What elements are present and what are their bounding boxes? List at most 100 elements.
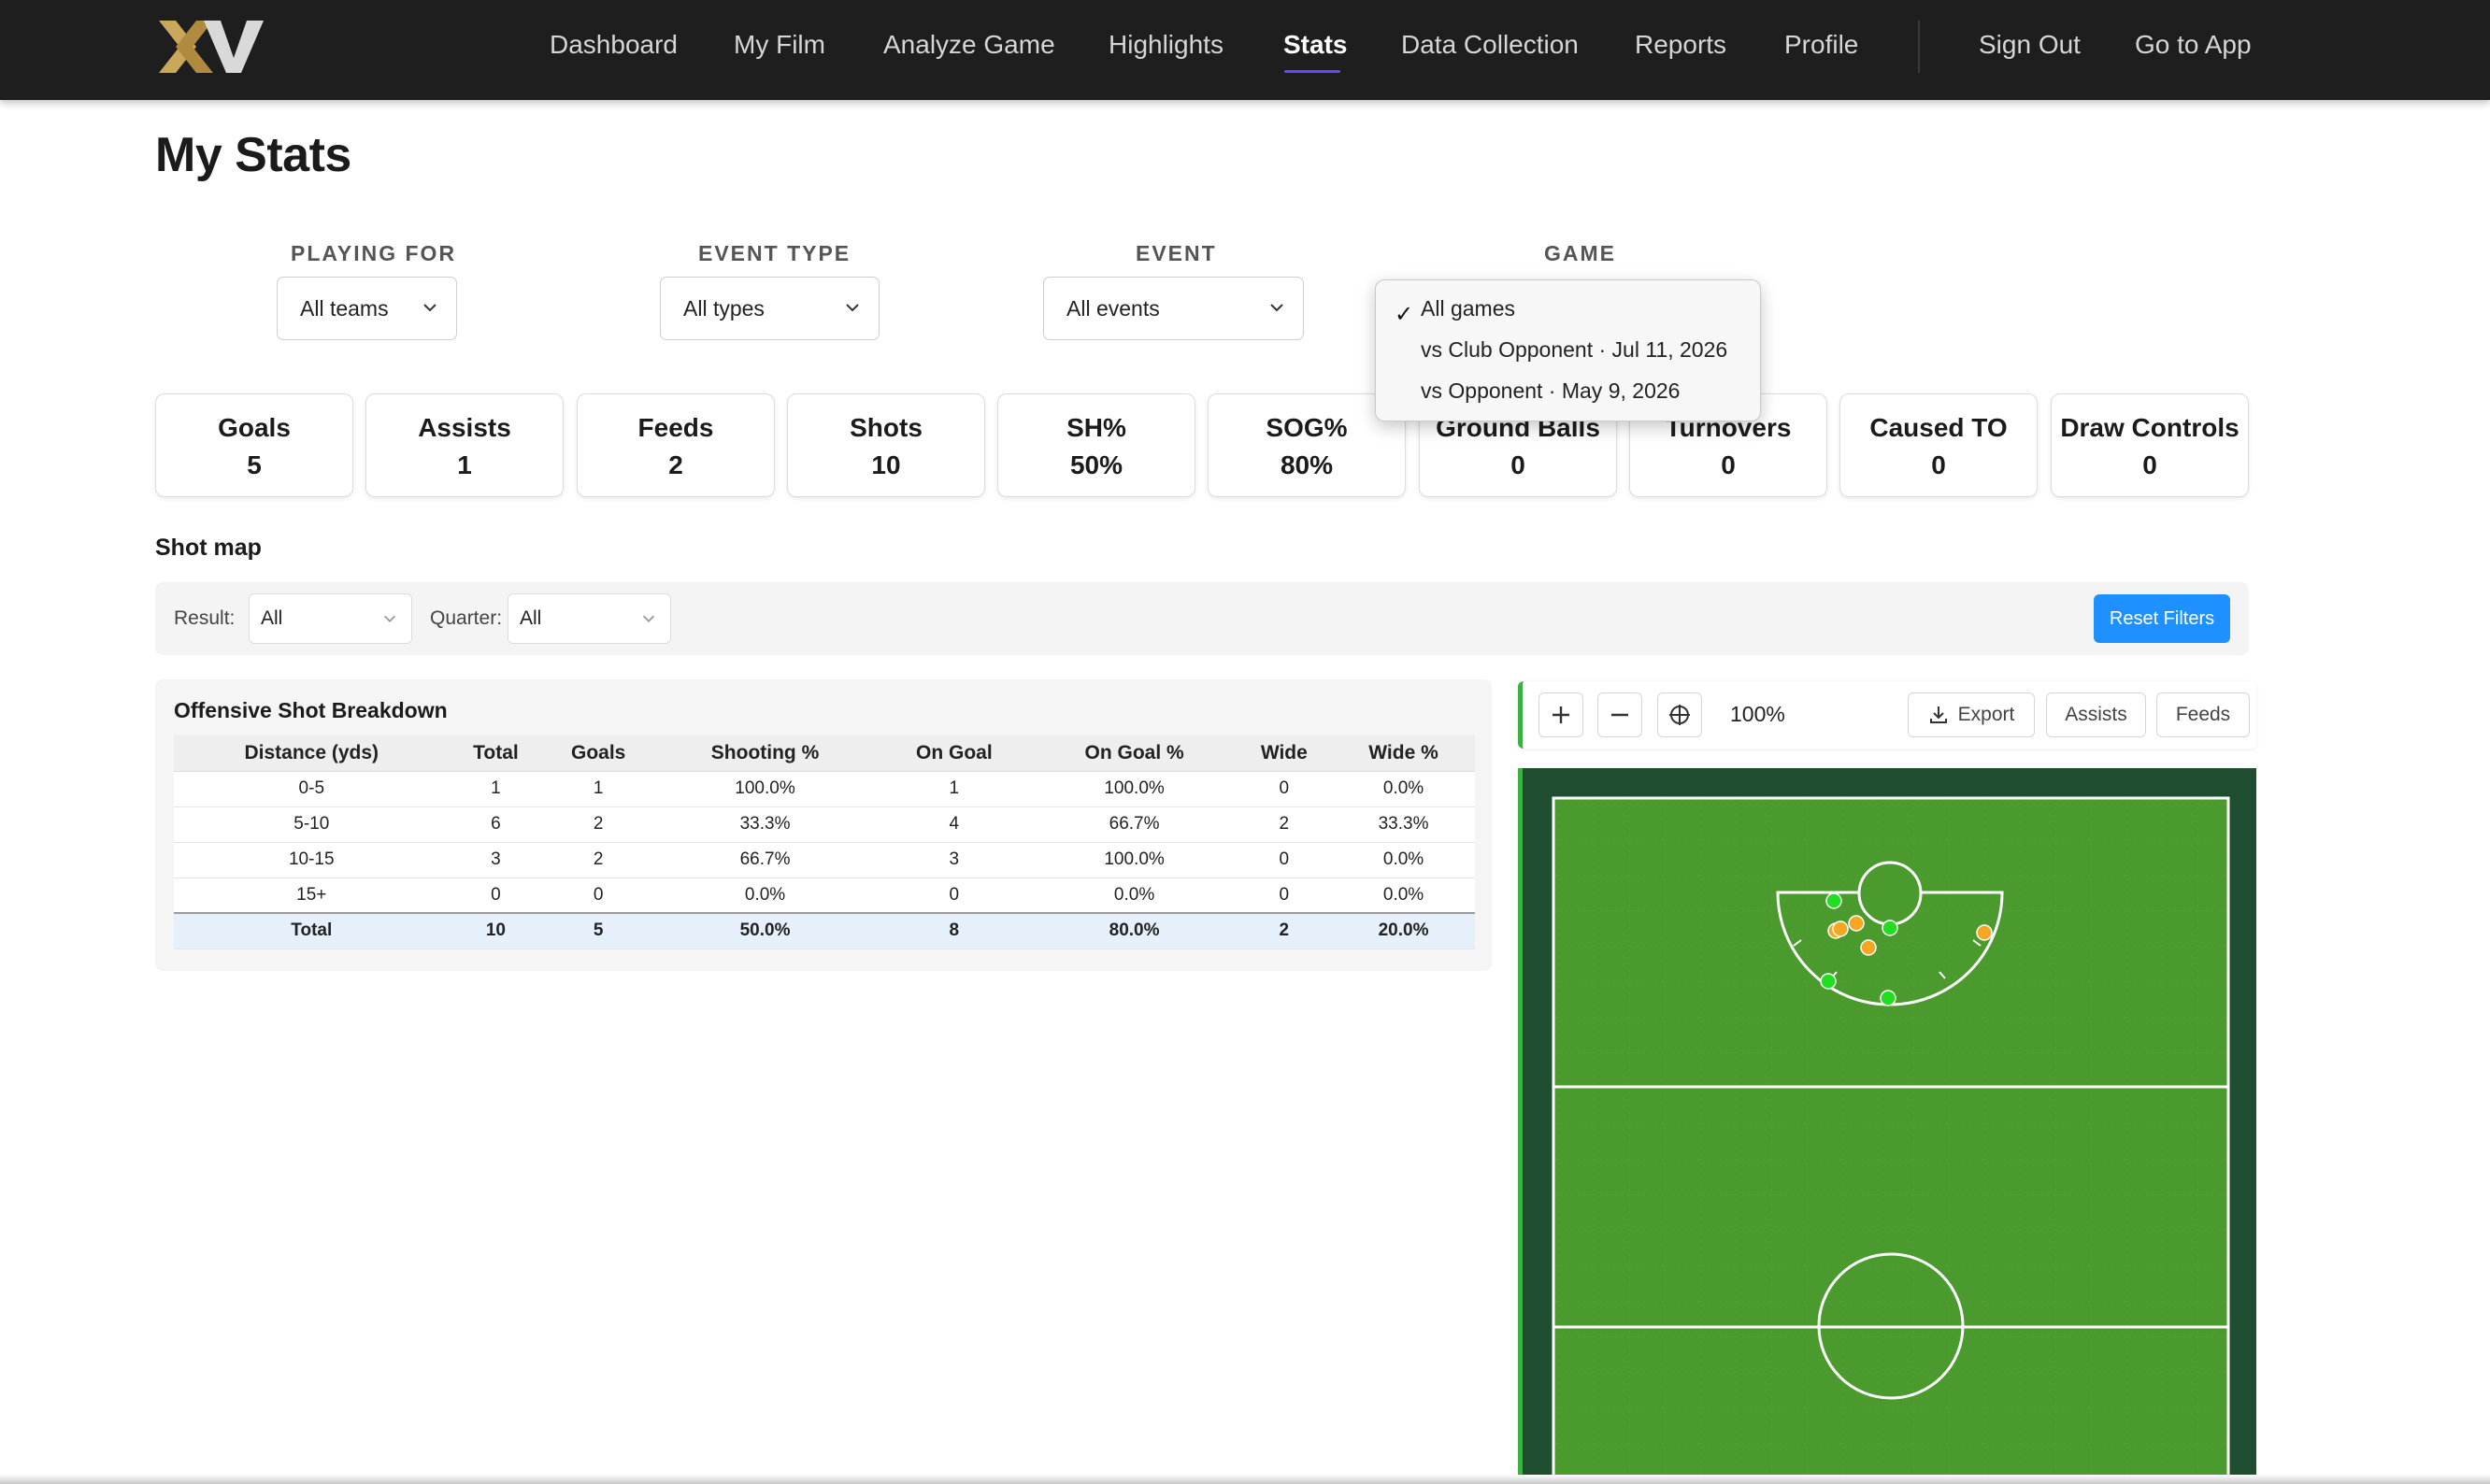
zoom-out-button[interactable] [1597, 692, 1642, 737]
shot-goal[interactable] [1820, 973, 1837, 990]
event-type-value: All types [683, 295, 765, 321]
shot-saved[interactable] [1976, 924, 1993, 941]
table-header-row: Distance (yds) Total Goals Shooting % On… [174, 735, 1475, 772]
stat-value: 80% [1280, 450, 1334, 479]
table-cell: 0.0% [654, 878, 877, 914]
lacrosse-field-map[interactable] [1518, 768, 2256, 1484]
column-header: Shooting % [654, 735, 877, 772]
table-cell: 8 [876, 912, 1033, 949]
export-label: Export [1957, 704, 2015, 725]
nav-dashboard[interactable]: Dashboard [550, 30, 678, 60]
table-cell: 15+ [174, 878, 450, 914]
minus-icon [1611, 713, 1628, 717]
stat-label: Caused TO [1869, 413, 2008, 442]
recenter-button[interactable] [1657, 692, 1702, 737]
stat-label: Goals [218, 413, 291, 442]
table-cell: 100.0% [1032, 771, 1237, 807]
table-cell: 0 [1236, 771, 1333, 807]
table-cell: 0.0% [1332, 771, 1475, 807]
table-cell: 2 [1236, 912, 1333, 949]
result-select[interactable]: All [249, 593, 412, 644]
nav-sign-out[interactable]: Sign Out [1979, 30, 2081, 60]
chevron-down-icon [383, 615, 396, 622]
nav-analyze-game[interactable]: Analyze Game [883, 30, 1055, 60]
stat-value: 0 [1510, 450, 1525, 479]
event-select[interactable]: All events [1043, 277, 1304, 340]
shot-goal[interactable] [1882, 920, 1898, 936]
shot-saved[interactable] [1860, 939, 1877, 956]
playing-for-select[interactable]: All teams [277, 277, 457, 340]
zoom-level: 100% [1730, 702, 1785, 726]
shot-saved[interactable] [1832, 920, 1849, 937]
nav-active-indicator [1284, 70, 1340, 73]
chevron-down-icon [423, 304, 436, 312]
shot-saved[interactable] [1848, 915, 1865, 932]
nav-data-collection[interactable]: Data Collection [1401, 30, 1579, 60]
crosshair-icon [1669, 705, 1690, 725]
table-cell: 100.0% [1032, 842, 1237, 878]
table-cell: 0 [1236, 842, 1333, 878]
quarter-select[interactable]: All [508, 593, 671, 644]
game-option-club-opponent[interactable]: vs Club Opponent · Jul 11, 2026 [1421, 337, 1727, 363]
event-type-label: EVENT TYPE [698, 241, 851, 265]
nav-go-to-app[interactable]: Go to App [2135, 30, 2252, 60]
stat-card-assists: Assists 1 [365, 393, 564, 497]
table-cell: 1 [876, 771, 1033, 807]
page-title: My Stats [155, 128, 351, 182]
assists-button[interactable]: Assists [2046, 692, 2146, 737]
stat-label: SH% [1066, 413, 1126, 442]
table-cell: 4 [876, 806, 1033, 843]
zoom-in-button[interactable] [1538, 692, 1583, 737]
table-row: 10-15 3 2 66.7% 3 100.0% 0 0.0% [174, 842, 1475, 878]
stat-label: Draw Controls [2060, 413, 2240, 442]
nav-highlights[interactable]: Highlights [1109, 30, 1224, 60]
field-svg [1552, 796, 2230, 1484]
checkmark-icon: ✓ [1395, 302, 1414, 327]
nav-profile[interactable]: Profile [1784, 30, 1858, 60]
table-row: 5-10 6 2 33.3% 4 66.7% 2 33.3% [174, 806, 1475, 843]
shot-goal[interactable] [1825, 892, 1842, 909]
nav-my-film[interactable]: My Film [734, 30, 825, 60]
game-option-all[interactable]: All games [1421, 296, 1515, 321]
nav-stats[interactable]: Stats [1283, 30, 1347, 60]
event-value: All events [1066, 295, 1160, 321]
playing-for-value: All teams [300, 295, 389, 321]
table-cell: 2 [542, 806, 655, 843]
table-cell: 66.7% [654, 842, 877, 878]
feeds-button[interactable]: Feeds [2156, 692, 2250, 737]
chevron-down-icon [642, 615, 655, 622]
shot-map-toolbar: 100% Export Assists Feeds [1518, 681, 2256, 749]
table-row: 0-5 1 1 100.0% 1 100.0% 0 0.0% [174, 771, 1475, 807]
goal-crease [1857, 861, 1923, 926]
chevron-down-icon [1270, 304, 1283, 312]
event-label: EVENT [1136, 241, 1217, 265]
stat-label: Feeds [637, 413, 714, 442]
stat-value: 0 [1721, 450, 1736, 479]
xv-logo[interactable] [159, 17, 264, 77]
download-icon [1929, 706, 1947, 723]
quarter-label: Quarter: [430, 607, 503, 629]
stat-value: 50% [1069, 450, 1123, 479]
export-button[interactable]: Export [1908, 692, 2035, 737]
table-cell: 20.0% [1332, 912, 1475, 949]
column-header: Distance (yds) [174, 735, 450, 772]
game-option-opponent[interactable]: vs Opponent · May 9, 2026 [1421, 378, 1680, 404]
page: Dashboard My Film Analyze Game Highlight… [0, 0, 2490, 1484]
table-cell: Total [174, 912, 450, 949]
shot-map-title: Shot map [155, 535, 262, 561]
table-cell: 0 [449, 878, 543, 914]
nav-reports[interactable]: Reports [1635, 30, 1726, 60]
stat-value: 0 [2142, 450, 2157, 479]
stat-card-caused-to: Caused TO 0 [1839, 393, 2038, 497]
table-cell: 80.0% [1032, 912, 1237, 949]
reset-filters-button[interactable]: Reset Filters [2094, 594, 2230, 643]
shot-map-filter-bar: Result: All Quarter: All [155, 582, 2249, 655]
plus-icon [1553, 706, 1569, 723]
stat-label: Shots [850, 413, 923, 442]
shot-goal[interactable] [1880, 990, 1896, 1006]
stat-value: 5 [247, 450, 262, 479]
table-cell: 0 [542, 878, 655, 914]
table-cell: 100.0% [654, 771, 877, 807]
game-dropdown-menu: ✓ All games vs Club Opponent · Jul 11, 2… [1375, 279, 1761, 421]
event-type-select[interactable]: All types [660, 277, 880, 340]
